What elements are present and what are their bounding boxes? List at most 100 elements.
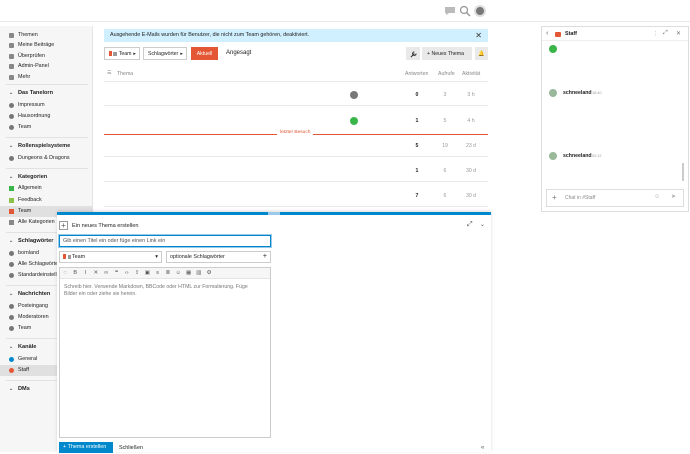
- wrench-icon: [9, 64, 14, 70]
- strikethrough-icon[interactable]: ✕: [92, 270, 100, 276]
- header-activity[interactable]: Aktivität: [462, 71, 480, 77]
- sidebar-section-das-tanelorn[interactable]: ⌄ Das Tanelorn: [0, 88, 93, 99]
- gear-icon[interactable]: ⚙: [205, 270, 213, 276]
- topic-replies[interactable]: 0: [407, 92, 427, 98]
- avatar[interactable]: [474, 5, 486, 17]
- tab-hot[interactable]: Angesagt: [226, 47, 251, 60]
- user-icon: [9, 43, 14, 49]
- image-icon[interactable]: ▣: [143, 270, 151, 276]
- sidebar-item-team[interactable]: Team: [0, 122, 93, 133]
- sidebar-item-mehr[interactable]: Mehr: [0, 72, 93, 83]
- banner-text: Ausgehende E-Mails wurden für Benutzer, …: [110, 32, 310, 38]
- emoji-icon[interactable]: ☺: [654, 194, 660, 200]
- avatar[interactable]: [549, 45, 557, 53]
- close-icon[interactable]: ✕: [676, 30, 681, 37]
- quote-icon[interactable]: ❝: [113, 270, 121, 276]
- numbered-list-icon[interactable]: ≣: [164, 270, 172, 276]
- sidebar-item-hausordnung[interactable]: Hausordnung: [0, 111, 93, 122]
- sidebar-item-meine-beitr-ge[interactable]: Meine Beiträge: [0, 40, 93, 51]
- row-divider: [104, 156, 488, 157]
- emoji-icon[interactable]: ☺: [174, 270, 182, 276]
- settings-icon[interactable]: ⋮: [653, 31, 658, 37]
- topic-views[interactable]: 3: [435, 92, 455, 98]
- upload-icon[interactable]: ⇪: [133, 270, 141, 276]
- avatar[interactable]: [549, 152, 557, 160]
- tab-latest[interactable]: Aktuell: [191, 47, 218, 60]
- tags-chooser[interactable]: optionale Schlagwörter +: [166, 251, 271, 263]
- message-user[interactable]: schneeland: [563, 90, 592, 96]
- more-icon: [9, 74, 14, 80]
- topic-activity[interactable]: 30 d: [461, 193, 481, 199]
- avatar[interactable]: [350, 91, 358, 99]
- category-chooser[interactable]: Team ▾: [59, 251, 162, 263]
- wrench-button[interactable]: [406, 47, 420, 60]
- chevron-down-icon[interactable]: ⌄: [480, 221, 485, 228]
- caret-right-icon: ▸: [180, 51, 183, 57]
- search-icon[interactable]: [459, 5, 471, 17]
- sidebar-item-allgemein[interactable]: Allgemein: [0, 183, 93, 194]
- create-topic-button[interactable]: + Thema erstellen: [59, 442, 113, 453]
- date-icon[interactable]: ▦: [185, 270, 193, 276]
- topic-activity[interactable]: 4 h: [461, 118, 481, 124]
- avatar[interactable]: [549, 89, 557, 97]
- speech-icon[interactable]: ◌: [61, 270, 69, 276]
- bold-icon[interactable]: B: [71, 270, 79, 276]
- topic-views[interactable]: 6: [435, 168, 455, 174]
- chat-channel-name[interactable]: Staff: [565, 31, 577, 37]
- tags-dropdown[interactable]: Schlagwörter ▸: [143, 47, 187, 60]
- send-icon[interactable]: ➤: [671, 193, 676, 200]
- collapse-preview-icon[interactable]: «: [481, 443, 484, 454]
- sidebar-section-rollenspielsysteme[interactable]: ⌄ Rollenspielsysteme: [0, 141, 93, 152]
- expand-icon[interactable]: ⤢: [467, 221, 473, 229]
- editor-body[interactable]: Schreib hier. Verwende Markdown, BBCode …: [64, 284, 254, 298]
- plus-icon[interactable]: +: [552, 193, 557, 202]
- sidebar-item-admin-panel[interactable]: Admin-Panel: [0, 61, 93, 72]
- avatar[interactable]: [350, 117, 358, 125]
- topic-views[interactable]: 19: [435, 143, 455, 149]
- topic-activity[interactable]: 30 d: [461, 168, 481, 174]
- table-icon[interactable]: ▥: [195, 270, 203, 276]
- close-icon[interactable]: ✕: [475, 29, 482, 42]
- sidebar-item-themen[interactable]: Themen: [0, 30, 93, 41]
- category-dropdown[interactable]: Team ▸: [104, 47, 140, 60]
- sidebar-item-dungeons-dragons[interactable]: Dungeons & Dragons: [0, 153, 93, 164]
- list-icon[interactable]: ☰: [107, 70, 112, 76]
- sidebar-section-kategorien[interactable]: ⌄ Kategorien: [0, 172, 93, 183]
- message-user[interactable]: schneeland: [563, 153, 592, 159]
- grippie[interactable]: [268, 212, 280, 215]
- code-icon[interactable]: ‹›: [123, 270, 131, 276]
- header-replies[interactable]: Antworten: [405, 71, 428, 77]
- topic-activity[interactable]: 3 h: [461, 92, 481, 98]
- chat-input[interactable]: Chat in #Staff: [565, 195, 595, 201]
- chat-composer[interactable]: + Chat in #Staff ☺ ➤: [546, 189, 684, 207]
- chat-icon[interactable]: [444, 5, 456, 17]
- close-button[interactable]: Schließen: [119, 443, 143, 454]
- header-topic[interactable]: Thema: [117, 71, 133, 77]
- caret-down-icon: ▾: [155, 254, 158, 260]
- header-views[interactable]: Aufrufe: [438, 71, 455, 77]
- topic-replies[interactable]: 7: [407, 193, 427, 199]
- bullet-list-icon[interactable]: ≡: [154, 270, 162, 276]
- topic-views[interactable]: 5: [435, 118, 455, 124]
- new-topic-button[interactable]: + Neues Thema: [422, 47, 472, 60]
- topic-activity[interactable]: 23 d: [461, 143, 481, 149]
- title-input[interactable]: Gib einen Titel ein oder füge einen Link…: [59, 235, 271, 247]
- italic-icon[interactable]: I: [82, 270, 90, 276]
- row-divider: [104, 105, 488, 106]
- topic-replies[interactable]: 1: [407, 118, 427, 124]
- topic-replies[interactable]: 1: [407, 168, 427, 174]
- topic-views[interactable]: 6: [435, 193, 455, 199]
- chevron-down-icon: ⌄: [9, 238, 14, 245]
- scrollbar[interactable]: [682, 163, 684, 181]
- sidebar-item-impressum[interactable]: Impressum: [0, 100, 93, 111]
- composer-action[interactable]: Ein neues Thema erstellen: [72, 223, 138, 229]
- link-icon[interactable]: ∞: [102, 270, 110, 276]
- bell-button[interactable]: 🔔: [475, 47, 488, 60]
- plus-icon[interactable]: +: [59, 221, 68, 230]
- sidebar-item-feedback[interactable]: Feedback: [0, 195, 93, 206]
- sidebar-item--berpr-fen[interactable]: Überprüfen: [0, 51, 93, 62]
- back-icon[interactable]: ‹: [546, 30, 548, 37]
- topic-replies[interactable]: 5: [407, 143, 427, 149]
- expand-icon[interactable]: ⤢: [663, 30, 668, 37]
- chevron-down-icon: ⌄: [9, 291, 14, 298]
